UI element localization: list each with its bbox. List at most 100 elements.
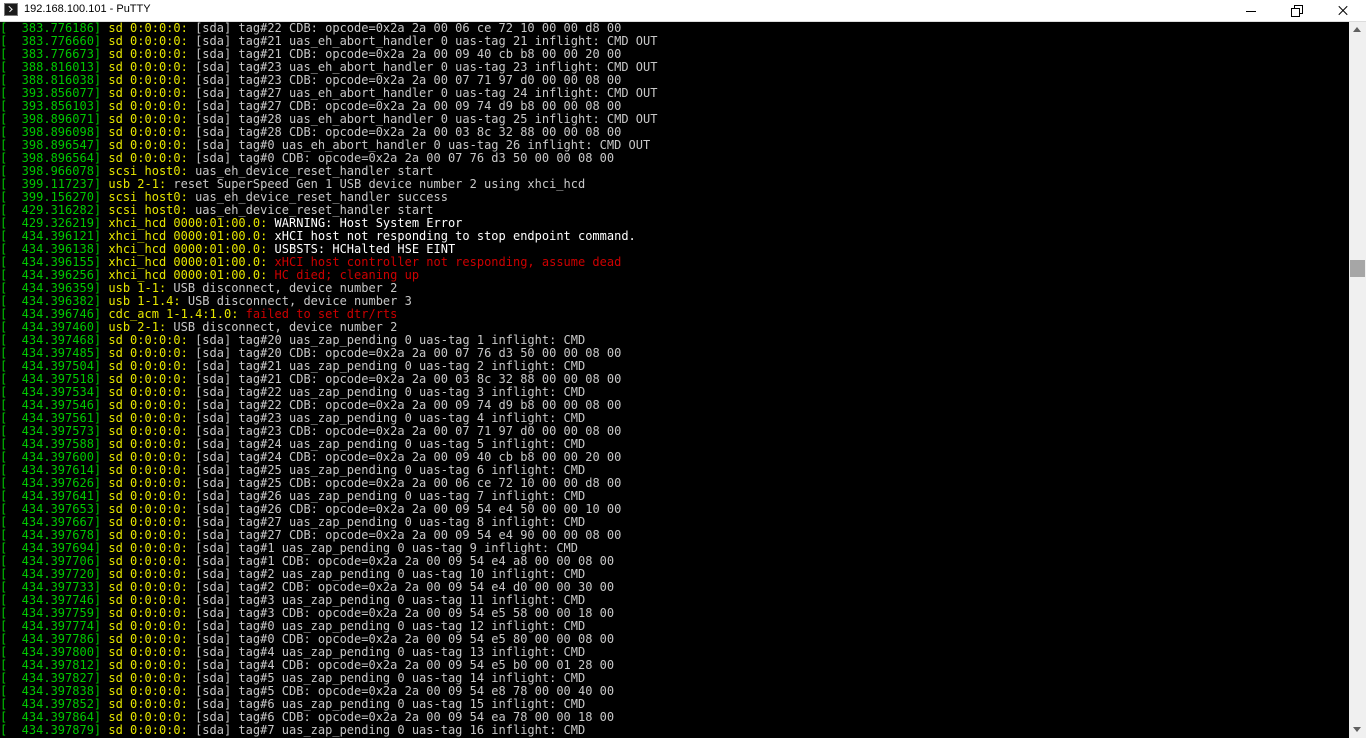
log-message: [sda] tag#2 CDB: opcode=0x2a 2a 00 09 54… (187, 580, 615, 594)
log-message: [sda] tag#21 uas_eh_abort_handler 0 uas-… (187, 34, 658, 48)
log-timestamp: [ 434.397786] (0, 632, 109, 646)
log-source: sd 0:0:0:0: (108, 489, 188, 503)
log-timestamp: [ 398.896071] (0, 112, 109, 126)
log-timestamp: [ 434.397518] (0, 372, 109, 386)
log-source: sd 0:0:0:0: (108, 658, 188, 672)
log-source: sd 0:0:0:0: (108, 541, 188, 555)
log-source: sd 0:0:0:0: (108, 112, 188, 126)
log-timestamp: [ 434.396359] (0, 281, 109, 295)
log-source: xhci_hcd 0000:01:00.0: (108, 255, 268, 269)
log-timestamp: [ 434.397827] (0, 671, 109, 685)
log-message: [sda] tag#27 uas_eh_abort_handler 0 uas-… (187, 86, 658, 100)
log-timestamp: [ 434.397667] (0, 515, 109, 529)
log-timestamp: [ 434.397504] (0, 359, 109, 373)
log-timestamp: [ 434.397653] (0, 502, 109, 516)
log-source: sd 0:0:0:0: (108, 554, 188, 568)
log-source: sd 0:0:0:0: (108, 86, 188, 100)
log-source: usb 2-1: (108, 177, 167, 191)
scroll-down-arrow-icon[interactable] (1349, 721, 1366, 738)
log-source: sd 0:0:0:0: (108, 606, 188, 620)
log-source: sd 0:0:0:0: (108, 632, 188, 646)
log-source: sd 0:0:0:0: (108, 463, 188, 477)
log-timestamp: [ 383.776673] (0, 47, 109, 61)
log-timestamp: [ 434.396121] (0, 229, 109, 243)
log-source: sd 0:0:0:0: (108, 619, 188, 633)
log-source: cdc_acm 1-1.4:1.0: (108, 307, 239, 321)
log-timestamp: [ 434.397546] (0, 398, 109, 412)
log-source: sd 0:0:0:0: (108, 515, 188, 529)
log-timestamp: [ 434.397774] (0, 619, 109, 633)
log-timestamp: [ 434.397746] (0, 593, 109, 607)
log-message: [sda] tag#7 uas_zap_pending 0 uas-tag 16… (187, 723, 586, 737)
log-source: sd 0:0:0:0: (108, 125, 188, 139)
log-source: scsi host0: (108, 203, 188, 217)
log-source: sd 0:0:0:0: (108, 593, 188, 607)
log-timestamp: [ 399.117237] (0, 177, 109, 191)
log-timestamp: [ 434.397733] (0, 580, 109, 594)
log-source: sd 0:0:0:0: (108, 528, 188, 542)
log-source: sd 0:0:0:0: (108, 372, 188, 386)
log-timestamp: [ 434.397534] (0, 385, 109, 399)
log-message: [sda] tag#22 uas_zap_pending 0 uas-tag 3… (187, 385, 586, 399)
log-timestamp: [ 434.397573] (0, 424, 109, 438)
log-timestamp: [ 434.397561] (0, 411, 109, 425)
log-timestamp: [ 434.397485] (0, 346, 109, 360)
log-source: sd 0:0:0:0: (108, 476, 188, 490)
log-timestamp: [ 434.396138] (0, 242, 109, 256)
terminal-output[interactable]: [ 383.776186] sd 0:0:0:0: [sda] tag#22 C… (0, 22, 1349, 738)
log-message: [sda] tag#24 CDB: opcode=0x2a 2a 00 09 4… (187, 450, 622, 464)
log-message: [sda] tag#3 CDB: opcode=0x2a 2a 00 09 54… (187, 606, 615, 620)
scrollbar-thumb[interactable] (1350, 260, 1365, 277)
log-timestamp: [ 434.397759] (0, 606, 109, 620)
log-source: sd 0:0:0:0: (108, 684, 188, 698)
log-message: [sda] tag#28 uas_eh_abort_handler 0 uas-… (187, 112, 658, 126)
log-message: [sda] tag#0 uas_zap_pending 0 uas-tag 12… (187, 619, 586, 633)
log-message: [sda] tag#0 CDB: opcode=0x2a 2a 00 07 76… (187, 151, 615, 165)
log-timestamp: [ 388.816038] (0, 73, 109, 87)
log-message: [sda] tag#24 uas_zap_pending 0 uas-tag 5… (187, 437, 586, 451)
log-message-warning: WARNING: Host System Error (267, 216, 463, 230)
log-message: [sda] tag#0 CDB: opcode=0x2a 2a 00 09 54… (187, 632, 615, 646)
log-message: [sda] tag#28 CDB: opcode=0x2a 2a 00 03 8… (187, 125, 622, 139)
log-source: sd 0:0:0:0: (108, 411, 188, 425)
maximize-button[interactable] (1274, 0, 1320, 22)
title-bar[interactable]: 192.168.100.101 - PuTTY (0, 0, 1366, 22)
log-message: [sda] tag#26 uas_zap_pending 0 uas-tag 7… (187, 489, 586, 503)
log-timestamp: [ 434.397468] (0, 333, 109, 347)
close-button[interactable] (1320, 0, 1366, 22)
log-timestamp: [ 398.896564] (0, 151, 109, 165)
log-source: sd 0:0:0:0: (108, 580, 188, 594)
minimize-button[interactable] (1228, 0, 1274, 22)
log-message: [sda] tag#23 CDB: opcode=0x2a 2a 00 07 7… (187, 73, 622, 87)
log-source: scsi host0: (108, 164, 188, 178)
log-message-error: failed to set dtr/rts (238, 307, 398, 321)
log-timestamp: [ 398.896547] (0, 138, 109, 152)
log-message: uas_eh_device_reset_handler start (187, 164, 434, 178)
log-source: xhci_hcd 0000:01:00.0: (108, 229, 268, 243)
log-source: sd 0:0:0:0: (108, 697, 188, 711)
log-timestamp: [ 434.396256] (0, 268, 109, 282)
log-timestamp: [ 429.316282] (0, 203, 109, 217)
vertical-scrollbar[interactable] (1349, 22, 1366, 738)
log-timestamp: [ 434.397460] (0, 320, 109, 334)
log-message: [sda] tag#25 CDB: opcode=0x2a 2a 00 06 c… (187, 476, 622, 490)
log-message: uas_eh_device_reset_handler success (187, 190, 448, 204)
log-timestamp: [ 388.816013] (0, 60, 109, 74)
log-timestamp: [ 393.856077] (0, 86, 109, 100)
log-source: usb 2-1: (108, 320, 167, 334)
log-message: [sda] tag#21 CDB: opcode=0x2a 2a 00 09 4… (187, 47, 622, 61)
log-message: [sda] tag#6 uas_zap_pending 0 uas-tag 15… (187, 697, 586, 711)
log-message: [sda] tag#4 uas_zap_pending 0 uas-tag 13… (187, 645, 586, 659)
log-message: [sda] tag#23 CDB: opcode=0x2a 2a 00 07 7… (187, 424, 622, 438)
log-timestamp: [ 393.856103] (0, 99, 109, 113)
log-timestamp: [ 398.966078] (0, 164, 109, 178)
log-timestamp: [ 434.396155] (0, 255, 109, 269)
log-message: [sda] tag#1 CDB: opcode=0x2a 2a 00 09 54… (187, 554, 615, 568)
putty-terminal-icon[interactable] (4, 3, 18, 16)
scroll-up-arrow-icon[interactable] (1349, 22, 1366, 39)
log-message: [sda] tag#3 uas_zap_pending 0 uas-tag 11… (187, 593, 586, 607)
log-message: [sda] tag#20 uas_zap_pending 0 uas-tag 1… (187, 333, 586, 347)
log-source: sd 0:0:0:0: (108, 346, 188, 360)
log-source: sd 0:0:0:0: (108, 333, 188, 347)
log-source: sd 0:0:0:0: (108, 47, 188, 61)
